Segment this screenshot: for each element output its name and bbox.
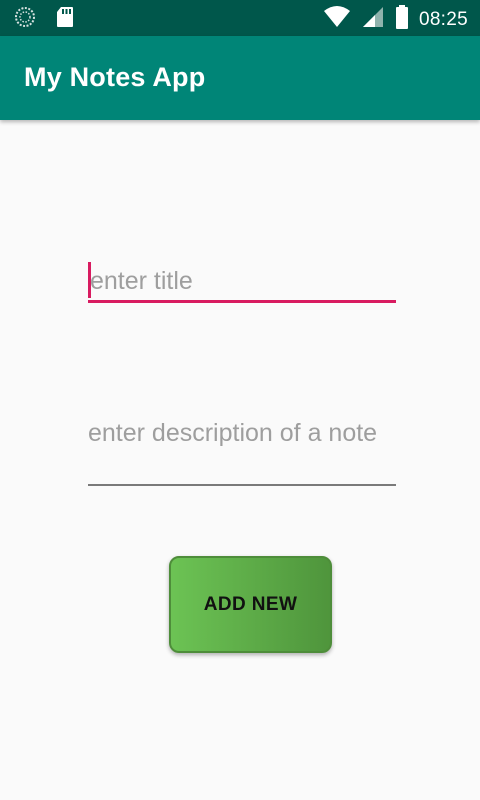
add-new-button[interactable]: ADD NEW	[169, 556, 332, 653]
description-input-placeholder: enter description of a note	[88, 419, 378, 447]
add-new-button-label: ADD NEW	[203, 593, 298, 615]
app-bar: My Notes App	[0, 36, 480, 120]
status-bar-left	[14, 6, 74, 33]
sd-card-icon	[56, 6, 74, 33]
title-input-placeholder: enter title	[90, 267, 193, 295]
description-input[interactable]: enter description of a note	[88, 417, 396, 486]
sync-icon	[14, 6, 36, 33]
wifi-icon	[323, 5, 351, 34]
notes-screen: 08:25 My Notes App enter title enter des…	[0, 0, 480, 800]
status-bar-right: 08:25	[323, 4, 468, 35]
app-title: My Notes App	[24, 62, 206, 92]
title-input[interactable]: enter title	[88, 262, 396, 303]
status-time: 08:25	[418, 8, 468, 30]
signal-icon	[361, 5, 385, 34]
battery-icon	[395, 4, 409, 35]
status-bar: 08:25	[0, 0, 480, 36]
